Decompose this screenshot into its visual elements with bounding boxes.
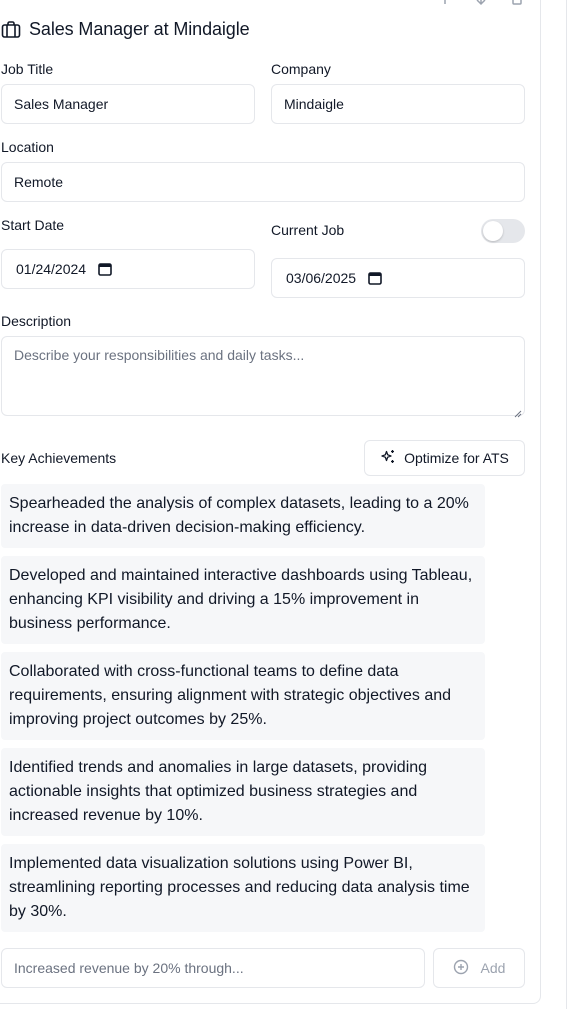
start-date-field[interactable]: 01/24/2024	[1, 249, 255, 289]
achievement-item[interactable]: Identified trends and anomalies in large…	[1, 748, 485, 836]
achievement-item[interactable]: Spearheaded the analysis of complex data…	[1, 484, 485, 548]
add-achievement-button[interactable]: Add	[433, 948, 525, 988]
briefcase-icon	[1, 20, 21, 40]
end-date-value: 03/06/2025	[286, 270, 357, 286]
calendar-icon[interactable]	[368, 271, 382, 285]
description-placeholder: Describe your responsibilities and daily…	[14, 347, 305, 363]
job-title-label: Job Title	[1, 61, 54, 77]
page-title: Sales Manager at Mindaigle	[29, 19, 250, 39]
move-down-icon[interactable]	[472, 0, 490, 8]
company-field[interactable]: Mindaigle	[271, 84, 525, 124]
end-date-field[interactable]: 03/06/2025	[271, 258, 525, 298]
delete-icon[interactable]	[508, 0, 526, 8]
key-achievements-label: Key Achievements	[1, 450, 117, 466]
current-job-toggle[interactable]	[481, 219, 525, 243]
achievement-item[interactable]: Developed and maintained interactive das…	[1, 556, 485, 644]
calendar-icon[interactable]	[98, 262, 112, 276]
new-achievement-placeholder: Increased revenue by 20% through...	[14, 960, 244, 976]
optimize-ats-label: Optimize for ATS	[404, 450, 509, 466]
entry-actions	[436, 0, 526, 8]
job-title-value: Sales Manager	[14, 96, 109, 112]
sparkles-icon	[380, 449, 396, 468]
add-label: Add	[480, 960, 506, 976]
panel-divider	[566, 0, 567, 1009]
toggle-knob	[483, 221, 503, 241]
description-label: Description	[1, 313, 72, 329]
company-label: Company	[271, 61, 331, 77]
company-value: Mindaigle	[284, 96, 344, 112]
achievement-item[interactable]: Implemented data visualization solutions…	[1, 844, 485, 932]
optimize-ats-button[interactable]: Optimize for ATS	[364, 440, 525, 476]
location-field[interactable]: Remote	[1, 162, 525, 202]
description-textarea[interactable]: Describe your responsibilities and daily…	[1, 336, 525, 418]
resize-handle-icon[interactable]	[514, 405, 522, 418]
entry-header: Sales Manager at Mindaigle	[1, 19, 250, 40]
new-achievement-input[interactable]: Increased revenue by 20% through...	[1, 948, 425, 988]
plus-circle-icon	[453, 959, 469, 978]
start-date-label: Start Date	[1, 217, 65, 233]
move-up-icon[interactable]	[436, 0, 454, 8]
current-job-label: Current Job	[271, 222, 345, 238]
location-value: Remote	[14, 174, 64, 190]
location-label: Location	[1, 139, 54, 155]
job-title-field[interactable]: Sales Manager	[1, 84, 255, 124]
achievement-item[interactable]: Collaborated with cross-functional teams…	[1, 652, 485, 740]
start-date-value: 01/24/2024	[16, 261, 87, 277]
